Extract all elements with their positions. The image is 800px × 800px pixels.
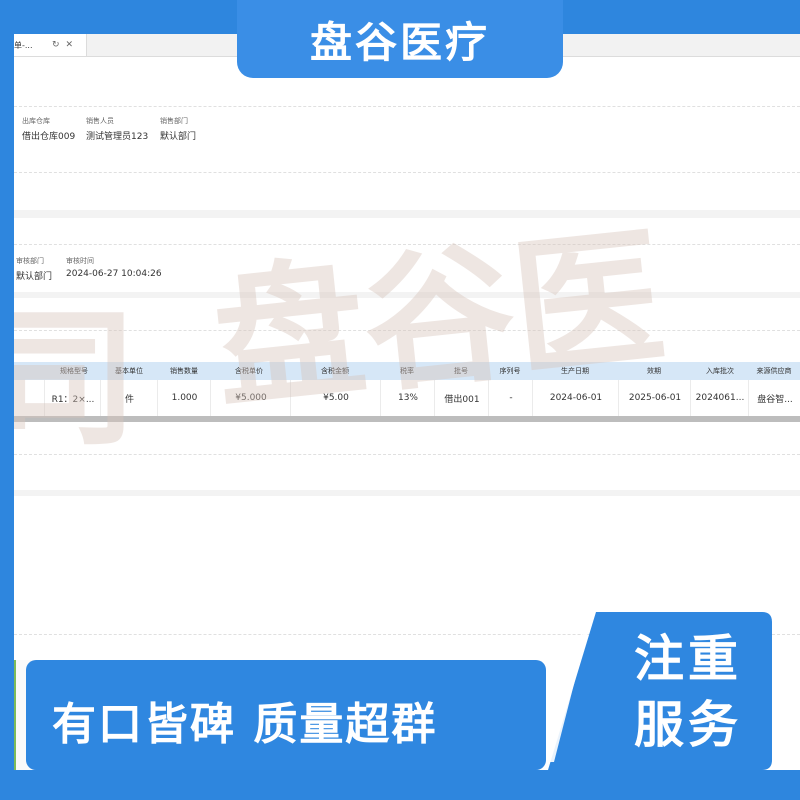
- field-sales-dept: 销售部门 默认部门: [160, 116, 196, 142]
- field-label: 审核时间: [66, 257, 94, 265]
- service-line-2: 服务: [634, 696, 742, 754]
- field-salesperson: 销售人员 测试管理员123: [86, 116, 148, 142]
- watermark-left: 司: [14, 291, 139, 467]
- field-value: 默认部门: [160, 132, 197, 142]
- divider: [14, 106, 800, 107]
- cell-inbound-batch: 2024061...: [690, 380, 749, 416]
- divider: [14, 172, 800, 173]
- field-label: 出库仓库: [22, 117, 50, 125]
- section-band: [14, 490, 800, 496]
- field-value: 2024-06-27 10:04:26: [66, 269, 162, 279]
- field-audit-time: 审核时间 2024-06-27 10:04:26: [66, 256, 162, 279]
- field-label: 销售部门: [160, 117, 188, 125]
- section-band: [14, 210, 800, 218]
- field-warehouse: 出库仓库 借出仓库009: [22, 116, 75, 142]
- field-label: 审核部门: [16, 257, 44, 265]
- service-line-1: 注重: [634, 630, 742, 688]
- field-label: 销售人员: [86, 117, 114, 125]
- document-tab[interactable]: 单-... ↻ ✕: [14, 34, 87, 56]
- column-header[interactable]: 入库批次: [690, 362, 750, 380]
- slogan-banner: 有口皆碑 质量超群: [26, 660, 546, 770]
- cell-supplier: 盘谷智...: [748, 380, 800, 416]
- field-audit-dept: 审核部门 默认部门: [16, 256, 52, 282]
- service-badge: 注重 服务: [548, 612, 772, 770]
- field-value: 借出仓库009: [22, 132, 76, 142]
- tab-title: 单-...: [14, 40, 33, 50]
- refresh-icon[interactable]: ↻: [52, 40, 60, 50]
- slogan-text: 有口皆碑 质量超群: [52, 699, 438, 750]
- brand-title: 盘谷医疗: [309, 17, 490, 67]
- field-value: 测试管理员123: [86, 132, 149, 142]
- column-header[interactable]: 销售数量: [157, 362, 211, 380]
- promo-canvas: 单-... ↻ ✕ 出库仓库 借出仓库009 销售人员 测试管理员123 销售部…: [0, 0, 800, 800]
- close-icon[interactable]: ✕: [66, 40, 74, 50]
- brand-title-badge: 盘谷医疗: [237, 0, 563, 78]
- field-value: 默认部门: [16, 272, 53, 282]
- cell-quantity: 1.000: [157, 380, 211, 416]
- watermark: 盘谷医: [206, 207, 672, 431]
- column-header[interactable]: 来源供应商: [748, 362, 800, 380]
- service-text: 注重 服务: [608, 626, 768, 758]
